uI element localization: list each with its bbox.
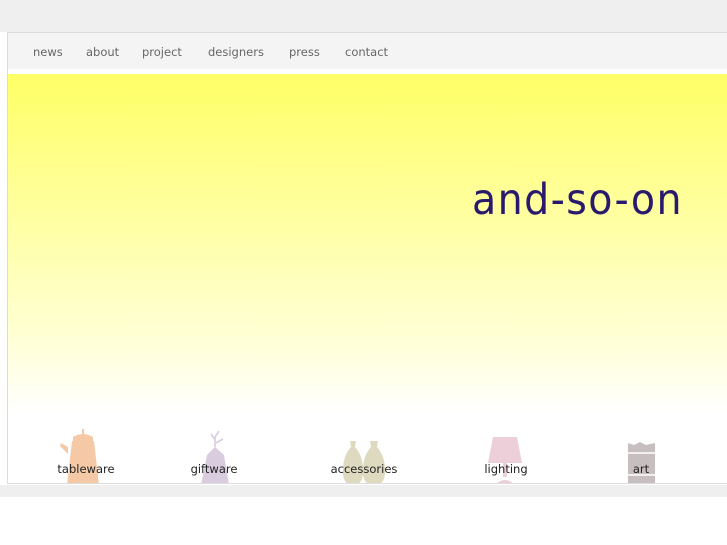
category-label: giftware (190, 462, 238, 476)
category-label: art (632, 462, 650, 476)
nav-item-press[interactable]: press (289, 45, 320, 59)
site-logo[interactable]: and-so-on (472, 175, 683, 225)
bottom-band (0, 485, 727, 497)
page-frame: news about project designers press conta… (7, 32, 727, 484)
category-art[interactable]: art (586, 429, 696, 483)
top-band (0, 0, 727, 32)
category-giftware[interactable]: giftware (159, 429, 269, 483)
category-accessories[interactable]: accessories (309, 429, 419, 483)
category-lighting[interactable]: lighting (451, 429, 561, 483)
category-label: accessories (330, 462, 398, 476)
hero-banner: and-so-on (8, 74, 727, 414)
category-label: lighting (484, 462, 528, 476)
category-label: tableware (57, 462, 115, 476)
nav-item-designers[interactable]: designers (208, 45, 264, 59)
nav-item-about[interactable]: about (86, 45, 119, 59)
nav-item-project[interactable]: project (142, 45, 182, 59)
main-nav: news about project designers press conta… (8, 33, 727, 69)
category-tableware[interactable]: tableware (31, 429, 141, 483)
nav-item-contact[interactable]: contact (345, 45, 388, 59)
nav-item-news[interactable]: news (33, 45, 63, 59)
